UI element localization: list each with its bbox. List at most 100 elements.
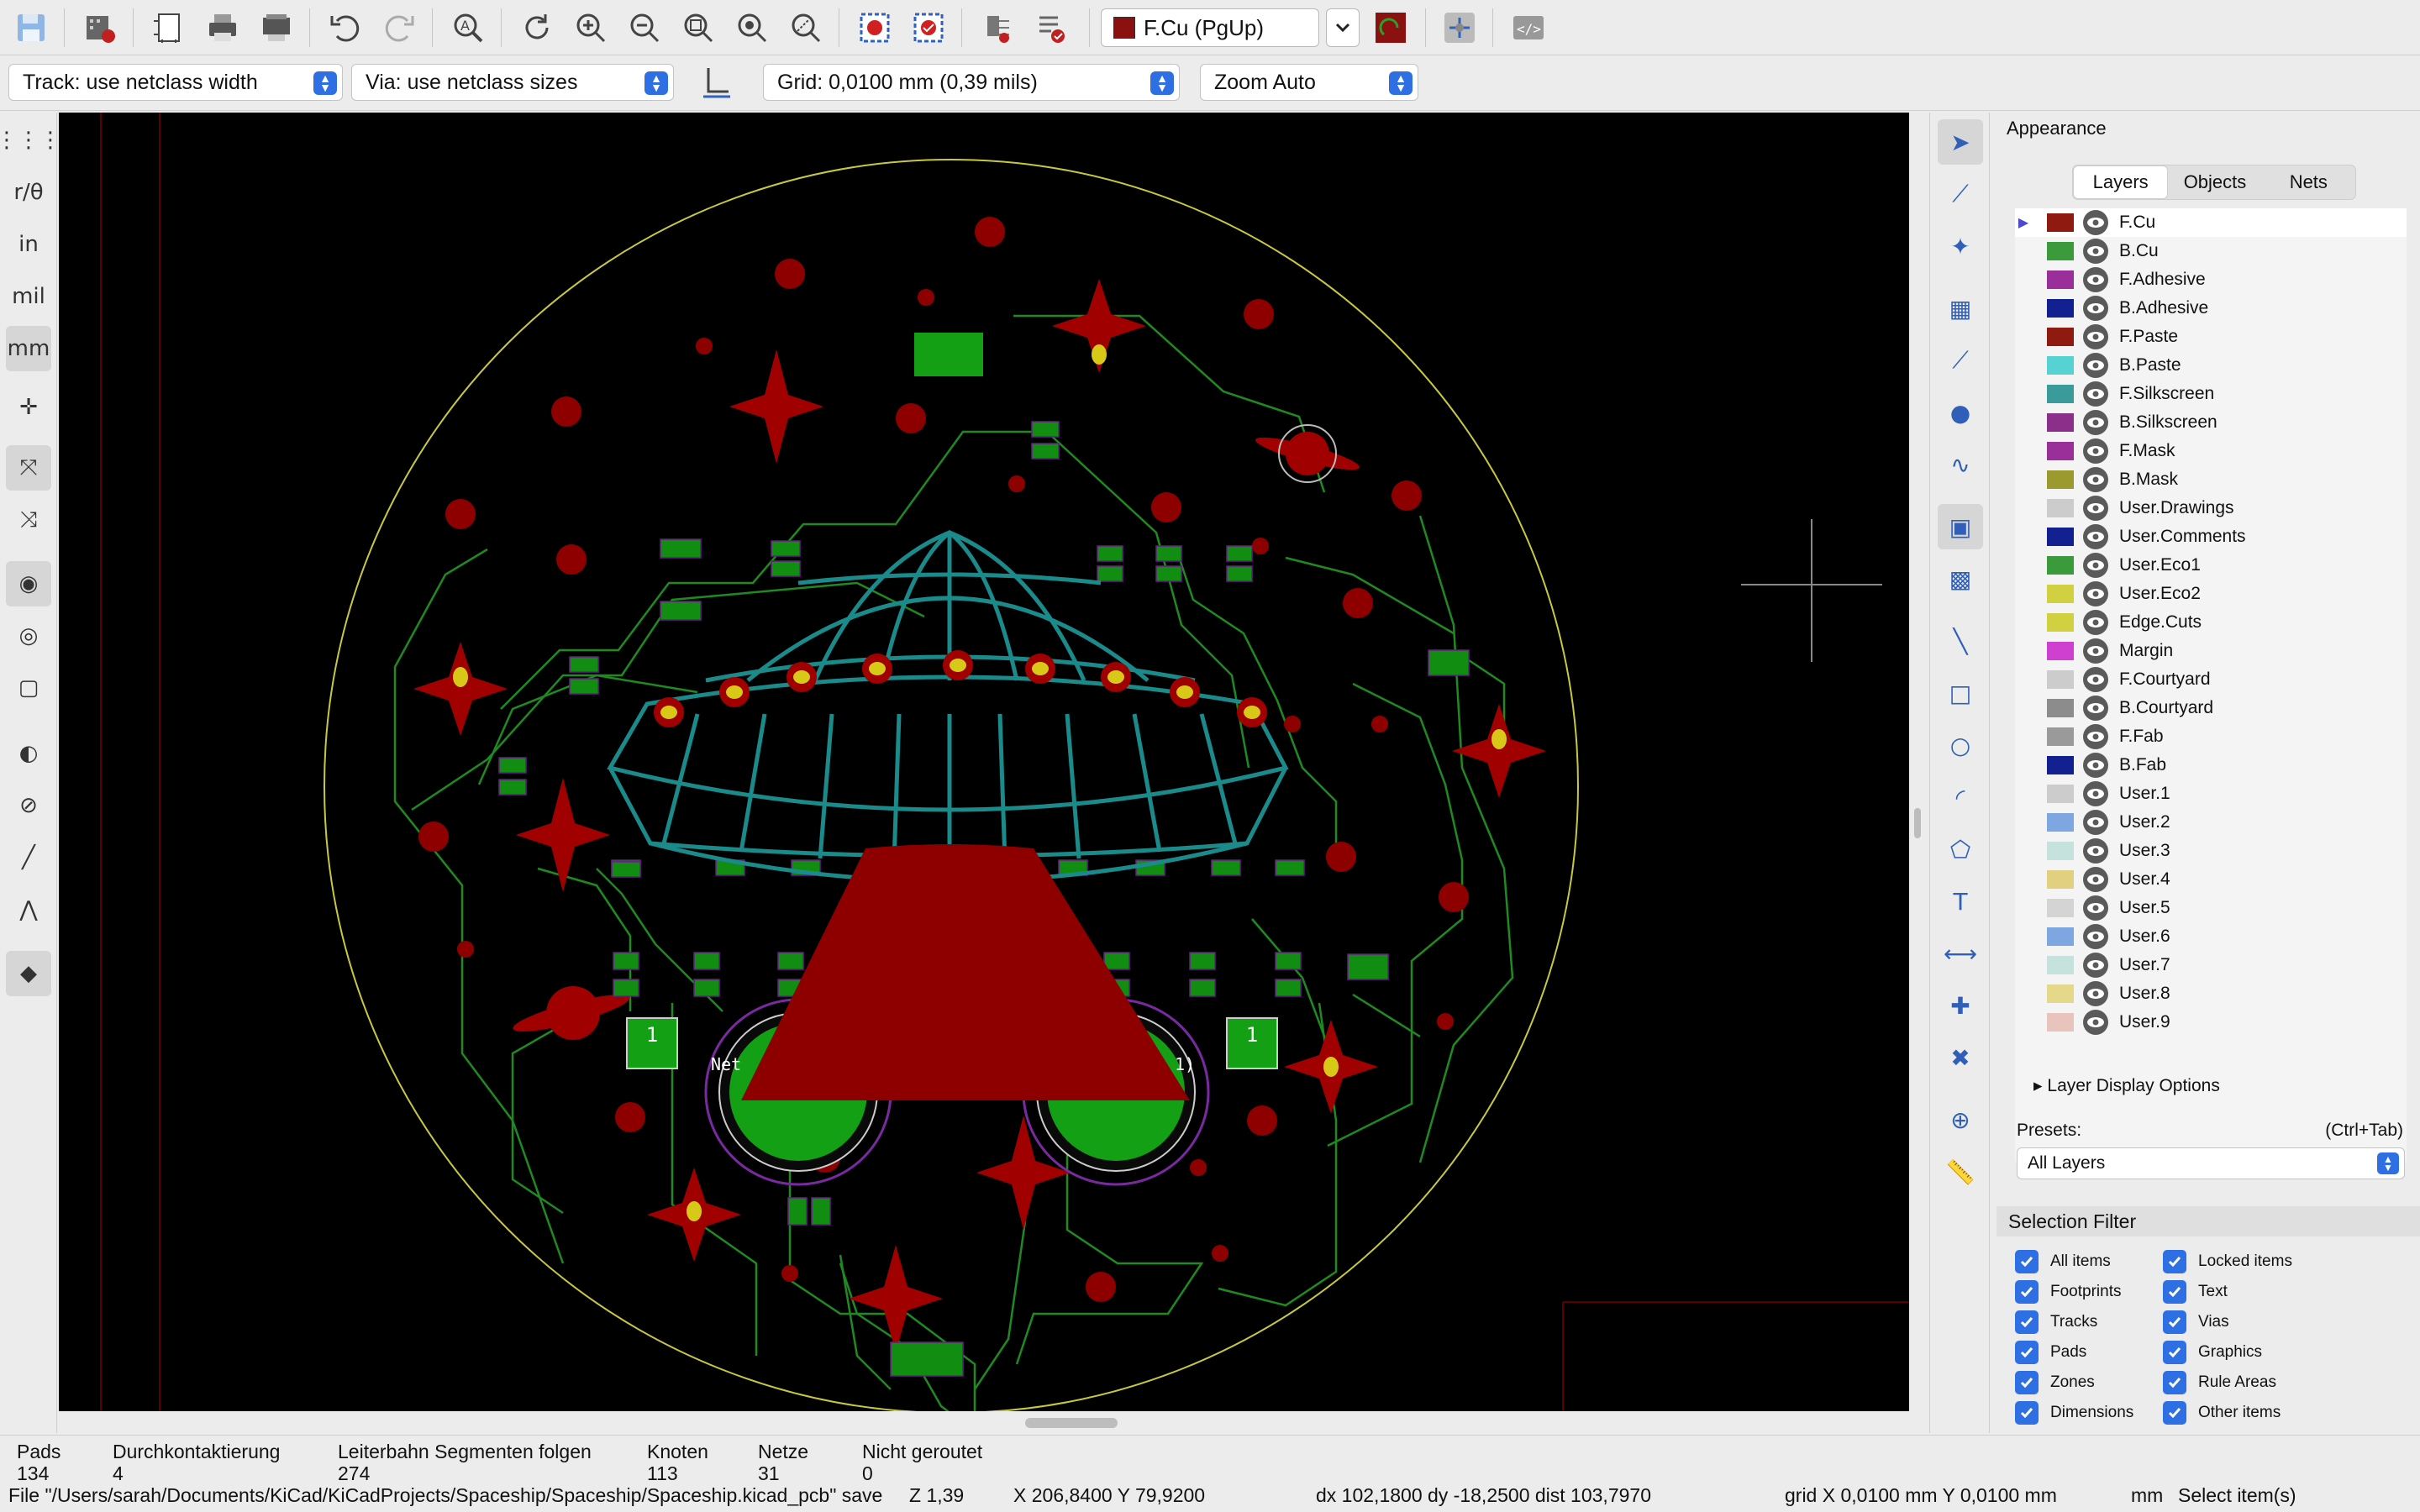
layer-color-swatch[interactable] (2047, 242, 2074, 260)
draw-rectangle-icon[interactable]: □ (1938, 670, 1983, 716)
layer-row[interactable]: F.Paste (2015, 323, 2407, 351)
netlist-icon[interactable] (975, 5, 1020, 50)
measure-icon[interactable]: 📏 (1938, 1149, 1983, 1194)
layer-color-swatch[interactable] (2047, 213, 2074, 232)
filter-checkbox[interactable]: Footprints (2015, 1280, 2121, 1304)
filter-checkbox[interactable]: Zones (2015, 1371, 2095, 1394)
highlight-net-icon[interactable]: ✦ (1938, 223, 1983, 269)
visibility-eye-icon[interactable] (2082, 723, 2109, 750)
layer-color-swatch[interactable] (2047, 727, 2074, 746)
track-width-select[interactable]: Track: use netclass width ▲ ▼ (8, 64, 343, 101)
update-pcb-icon[interactable] (1028, 5, 1074, 50)
visibility-eye-icon[interactable] (2082, 523, 2109, 550)
layer-row[interactable]: B.Adhesive (2015, 294, 2407, 323)
filter-checkbox[interactable]: Locked items (2163, 1250, 2292, 1273)
layer-color-swatch[interactable] (2047, 299, 2074, 318)
layer-color-swatch[interactable] (2047, 585, 2074, 603)
layer-row[interactable]: User.3 (2015, 837, 2407, 865)
visibility-eye-icon[interactable] (2082, 409, 2109, 436)
layer-row[interactable]: F.Fab (2015, 722, 2407, 751)
layer-row[interactable]: User.4 (2015, 865, 2407, 894)
delete-tool-icon[interactable]: ✖ (1938, 1035, 1983, 1080)
cursor-crosshair-icon[interactable]: ✛ (6, 385, 51, 430)
add-zone-icon[interactable]: ▣ (1938, 504, 1983, 549)
layer-row[interactable]: Edge.Cuts (2015, 608, 2407, 637)
add-dimension-icon[interactable]: ⟷ (1938, 931, 1983, 976)
add-text-icon[interactable]: T (1938, 879, 1983, 924)
tab-objects[interactable]: Objects (2168, 165, 2261, 199)
layer-row[interactable]: User.8 (2015, 979, 2407, 1008)
print-icon[interactable] (200, 5, 245, 50)
visibility-eye-icon[interactable] (2082, 381, 2109, 407)
visibility-eye-icon[interactable] (2082, 466, 2109, 493)
layer-color-swatch[interactable] (2047, 699, 2074, 717)
layer-color-swatch[interactable] (2047, 984, 2074, 1003)
route-track-icon[interactable]: ⟋ (1938, 338, 1983, 383)
visibility-eye-icon[interactable] (2082, 952, 2109, 979)
layer-color-swatch[interactable] (2047, 870, 2074, 889)
scripting-icon[interactable] (1437, 5, 1482, 50)
inch-units-icon[interactable]: in (6, 222, 51, 267)
layer-row[interactable]: B.Courtyard (2015, 694, 2407, 722)
plot-icon[interactable] (254, 5, 299, 50)
graphics-sketch-icon[interactable]: ⋀ (6, 887, 51, 932)
layer-pair-icon[interactable] (1368, 5, 1413, 50)
place-anchor-icon[interactable]: ✚ (1938, 983, 1983, 1028)
grid-icon[interactable]: ⋮⋮⋮ (0, 118, 61, 163)
add-footprint-icon[interactable]: ▦ (1938, 286, 1983, 331)
layer-display-options[interactable]: ▸ Layer Display Options (2033, 1075, 2220, 1096)
layer-color-swatch[interactable] (2047, 613, 2074, 632)
layer-row[interactable]: B.Mask (2015, 465, 2407, 494)
filter-checkbox[interactable]: Rule Areas (2163, 1371, 2276, 1394)
layer-row[interactable]: User.2 (2015, 808, 2407, 837)
draw-line-icon[interactable]: ╲ (1938, 618, 1983, 664)
local-ratsnest-icon[interactable]: ⟋ (1938, 171, 1983, 217)
footprint-checker-icon[interactable] (906, 5, 951, 50)
grid-select[interactable]: Grid: 0,0100 mm (0,39 mils) ▲ ▼ (763, 64, 1180, 101)
drc-icon[interactable] (852, 5, 897, 50)
zoom-in-icon[interactable] (568, 5, 613, 50)
scrollbar-thumb[interactable] (1025, 1418, 1118, 1428)
visibility-eye-icon[interactable] (2082, 238, 2109, 265)
visibility-eye-icon[interactable] (2082, 209, 2109, 236)
visibility-eye-icon[interactable] (2082, 638, 2109, 664)
visibility-eye-icon[interactable] (2082, 552, 2109, 579)
draw-circle-icon[interactable]: ○ (1938, 722, 1983, 768)
zoom-fit-icon[interactable] (676, 5, 721, 50)
grid-origin-icon[interactable]: ⊕ (1938, 1097, 1983, 1142)
layer-row[interactable]: F.Mask (2015, 437, 2407, 465)
horizontal-scrollbar[interactable] (59, 1413, 1909, 1433)
undo-icon[interactable] (323, 5, 368, 50)
visibility-eye-icon[interactable] (2082, 580, 2109, 607)
active-layer-select[interactable]: F.Cu (PgUp) (1101, 8, 1319, 47)
via-size-select[interactable]: Via: use netclass sizes ▲ ▼ (351, 64, 674, 101)
layer-row[interactable]: B.Cu (2015, 237, 2407, 265)
zoom-selection-icon[interactable] (783, 5, 829, 50)
mil-units-icon[interactable]: mil (6, 274, 51, 319)
layer-row[interactable]: User.5 (2015, 894, 2407, 922)
filter-checkbox[interactable]: Pads (2015, 1341, 2086, 1364)
layer-color-swatch[interactable] (2047, 899, 2074, 917)
layer-row[interactable]: User.Drawings (2015, 494, 2407, 522)
visibility-eye-icon[interactable] (2082, 866, 2109, 893)
add-via-icon[interactable]: ● (1938, 390, 1983, 435)
visibility-eye-icon[interactable] (2082, 352, 2109, 379)
visibility-eye-icon[interactable] (2082, 809, 2109, 836)
tab-nets[interactable]: Nets (2262, 165, 2355, 199)
layer-color-swatch[interactable] (2047, 813, 2074, 832)
add-rule-area-icon[interactable]: ▩ (1938, 556, 1983, 601)
layer-color-swatch[interactable] (2047, 356, 2074, 375)
tab-layers[interactable]: Layers (2073, 165, 2169, 199)
layer-color-swatch[interactable] (2047, 470, 2074, 489)
layer-row[interactable]: User.Eco1 (2015, 551, 2407, 580)
layer-color-swatch[interactable] (2047, 442, 2074, 460)
layer-row[interactable]: User.Comments (2015, 522, 2407, 551)
layer-row[interactable]: User.7 (2015, 951, 2407, 979)
layer-color-swatch[interactable] (2047, 385, 2074, 403)
visibility-eye-icon[interactable] (2082, 695, 2109, 722)
layer-color-swatch[interactable] (2047, 927, 2074, 946)
layer-row[interactable]: B.Silkscreen (2015, 408, 2407, 437)
auto-track-width-icon[interactable] (694, 59, 739, 104)
via-sketch-icon[interactable]: ⊘ (6, 783, 51, 828)
filter-checkbox[interactable]: Tracks (2015, 1310, 2097, 1334)
